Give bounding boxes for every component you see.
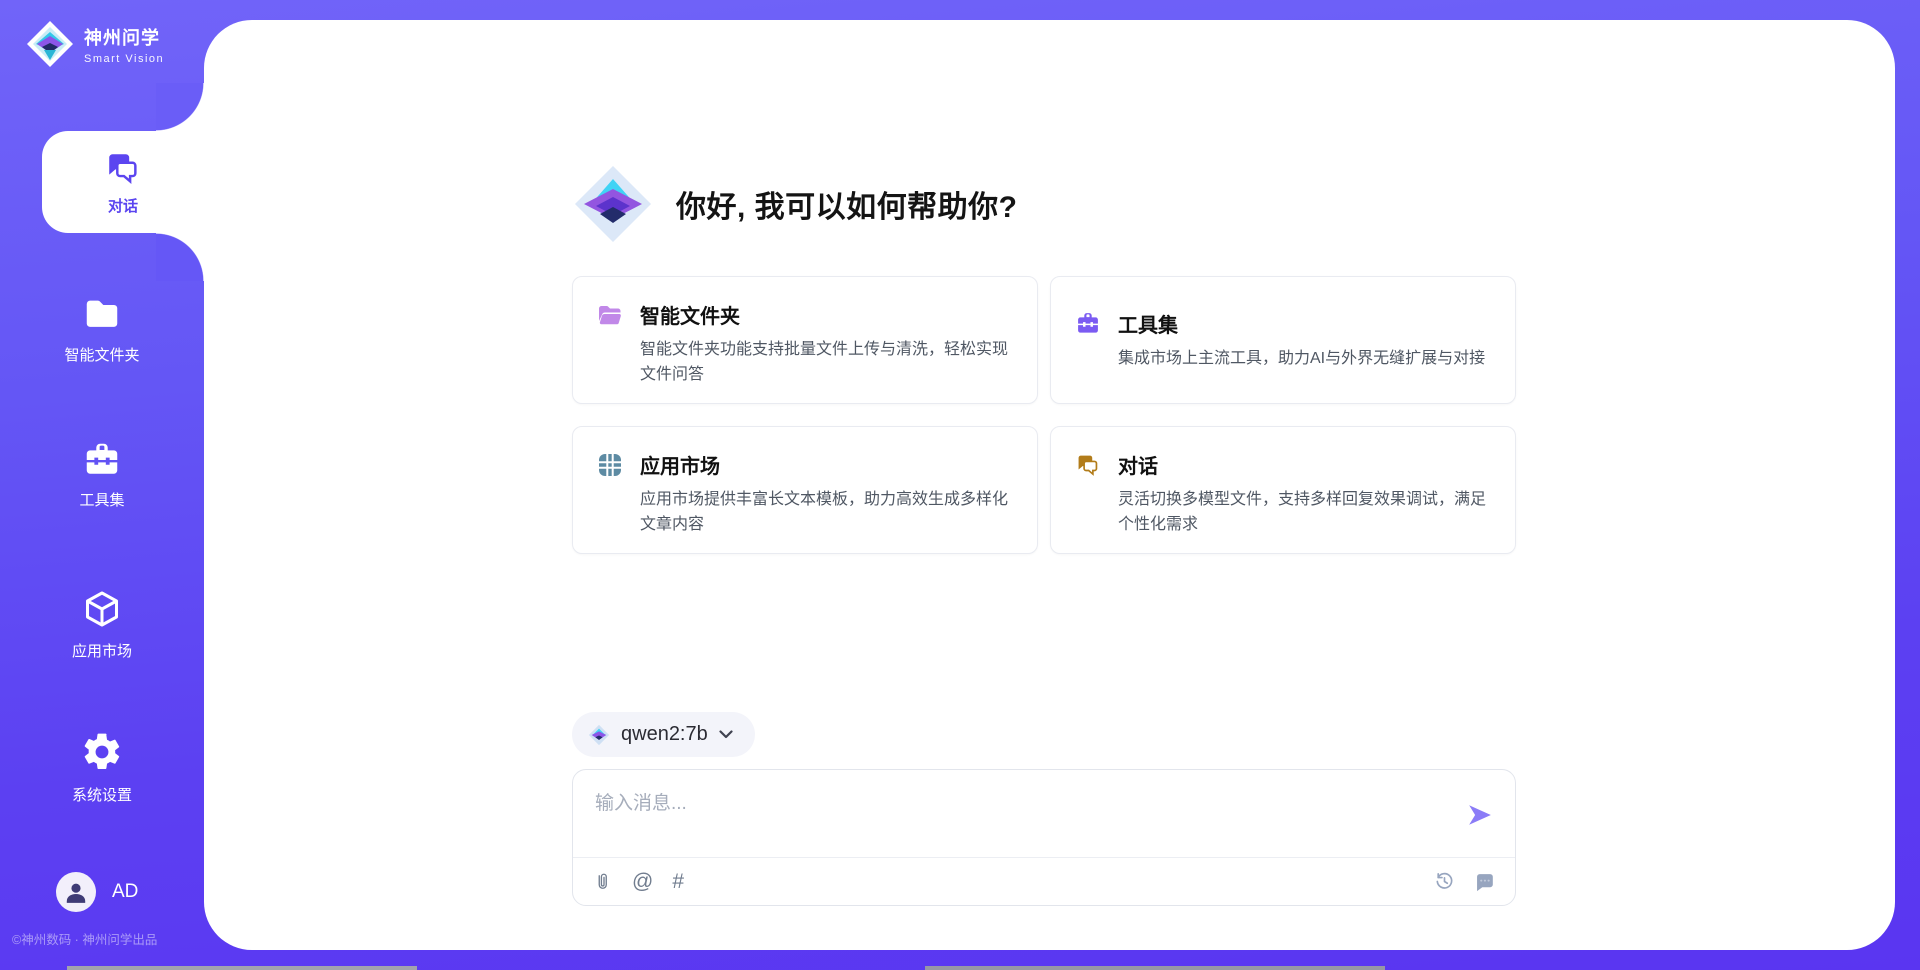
folder-open-icon	[597, 302, 623, 328]
avatar	[56, 872, 96, 912]
send-button[interactable]	[1467, 802, 1493, 828]
person-icon	[63, 879, 89, 905]
sidebar-item-settings[interactable]: 系统设置	[0, 730, 204, 805]
sidebar-item-label: 系统设置	[72, 784, 132, 805]
attachment-button[interactable]	[593, 871, 613, 893]
grid-icon	[597, 452, 623, 478]
sidebar-item-label: 对话	[108, 195, 138, 216]
card-description: 应用市场提供丰富长文本模板，助力高效生成多样化文章内容	[640, 488, 1013, 538]
card-smart-folder[interactable]: 智能文件夹 智能文件夹功能支持批量文件上传与清洗，轻松实现文件问答	[572, 276, 1038, 404]
send-icon	[1467, 802, 1493, 828]
sidebar-item-app-market[interactable]: 应用市场	[0, 588, 204, 661]
bottom-edge-strip	[67, 966, 417, 970]
bottom-edge-strip	[925, 966, 1385, 970]
composer-toolbar: @ #	[573, 857, 1515, 905]
brand-subtitle: Smart Vision	[84, 53, 164, 65]
brand-text: 神州问学 Smart Vision	[84, 24, 164, 65]
history-button[interactable]	[1434, 871, 1455, 892]
sidebar-item-label: 智能文件夹	[64, 344, 139, 365]
tab-curve-top	[156, 83, 204, 131]
greeting: 你好, 我可以如何帮助你?	[572, 162, 1018, 246]
folder-icon	[81, 294, 123, 334]
mention-icon: @	[632, 870, 653, 894]
model-logo-icon	[588, 724, 610, 746]
sidebar-item-label: 工具集	[79, 489, 124, 510]
greeting-title: 你好, 我可以如何帮助你?	[676, 182, 1018, 226]
hashtag-icon: #	[672, 870, 684, 894]
card-title: 智能文件夹	[640, 300, 740, 329]
toolbox-icon	[81, 439, 123, 479]
chat-icon	[1075, 452, 1101, 478]
card-title: 工具集	[1118, 309, 1178, 338]
tab-curve-bottom	[156, 233, 204, 281]
sidebar-item-smart-folder[interactable]: 智能文件夹	[0, 294, 204, 365]
card-toolbox[interactable]: 工具集 集成市场上主流工具，助力AI与外界无缝扩展与对接	[1050, 276, 1516, 404]
brand-name: 神州问学	[84, 24, 164, 50]
brand-logo: 神州问学 Smart Vision	[26, 20, 164, 68]
paperclip-icon	[593, 871, 613, 893]
sidebar: 神州问学 Smart Vision 对话 智能文件夹 工具集	[0, 0, 204, 970]
card-title: 对话	[1118, 450, 1158, 479]
card-chat[interactable]: 对话 灵活切换多模型文件，支持多样回复效果调试，满足个性化需求	[1050, 426, 1516, 554]
card-description: 智能文件夹功能支持批量文件上传与清洗，轻松实现文件问答	[640, 338, 1013, 388]
model-selector[interactable]: qwen2:7b	[572, 712, 755, 757]
message-input[interactable]	[573, 770, 1515, 856]
comment-icon	[1474, 871, 1495, 892]
brand-diamond-icon	[26, 20, 74, 68]
copyright-text: ©神州数码 · 神州问学出品	[12, 929, 202, 948]
user-profile[interactable]: AD	[56, 872, 138, 912]
app: 神州问学 Smart Vision 对话 智能文件夹 工具集	[0, 0, 1920, 970]
card-description: 集成市场上主流工具，助力AI与外界无缝扩展与对接	[1118, 347, 1491, 372]
card-app-market[interactable]: 应用市场 应用市场提供丰富长文本模板，助力高效生成多样化文章内容	[572, 426, 1038, 554]
card-title: 应用市场	[640, 450, 720, 479]
chat-icon	[104, 149, 142, 187]
feature-cards: 智能文件夹 智能文件夹功能支持批量文件上传与清洗，轻松实现文件问答 工具集 集成…	[572, 276, 1516, 554]
cube-icon	[81, 588, 123, 630]
chevron-down-icon	[719, 730, 733, 739]
toolbox-icon	[1075, 310, 1101, 336]
user-name: AD	[112, 881, 138, 903]
mention-button[interactable]: @	[632, 870, 653, 894]
gear-icon	[80, 730, 124, 774]
hashtag-button[interactable]: #	[672, 870, 684, 894]
composer: @ #	[572, 769, 1516, 906]
card-description: 灵活切换多模型文件，支持多样回复效果调试，满足个性化需求	[1118, 488, 1491, 538]
model-name: qwen2:7b	[621, 723, 708, 746]
sidebar-item-chat[interactable]: 对话	[42, 131, 204, 233]
sidebar-item-label: 应用市场	[72, 640, 132, 661]
sidebar-item-toolbox[interactable]: 工具集	[0, 439, 204, 510]
history-icon	[1434, 871, 1455, 892]
main-panel: 你好, 我可以如何帮助你? 智能文件夹 智能文件夹功能支持批量文件上传与清洗，轻…	[204, 20, 1895, 950]
comment-button[interactable]	[1474, 871, 1495, 892]
assistant-logo-icon	[572, 163, 654, 245]
